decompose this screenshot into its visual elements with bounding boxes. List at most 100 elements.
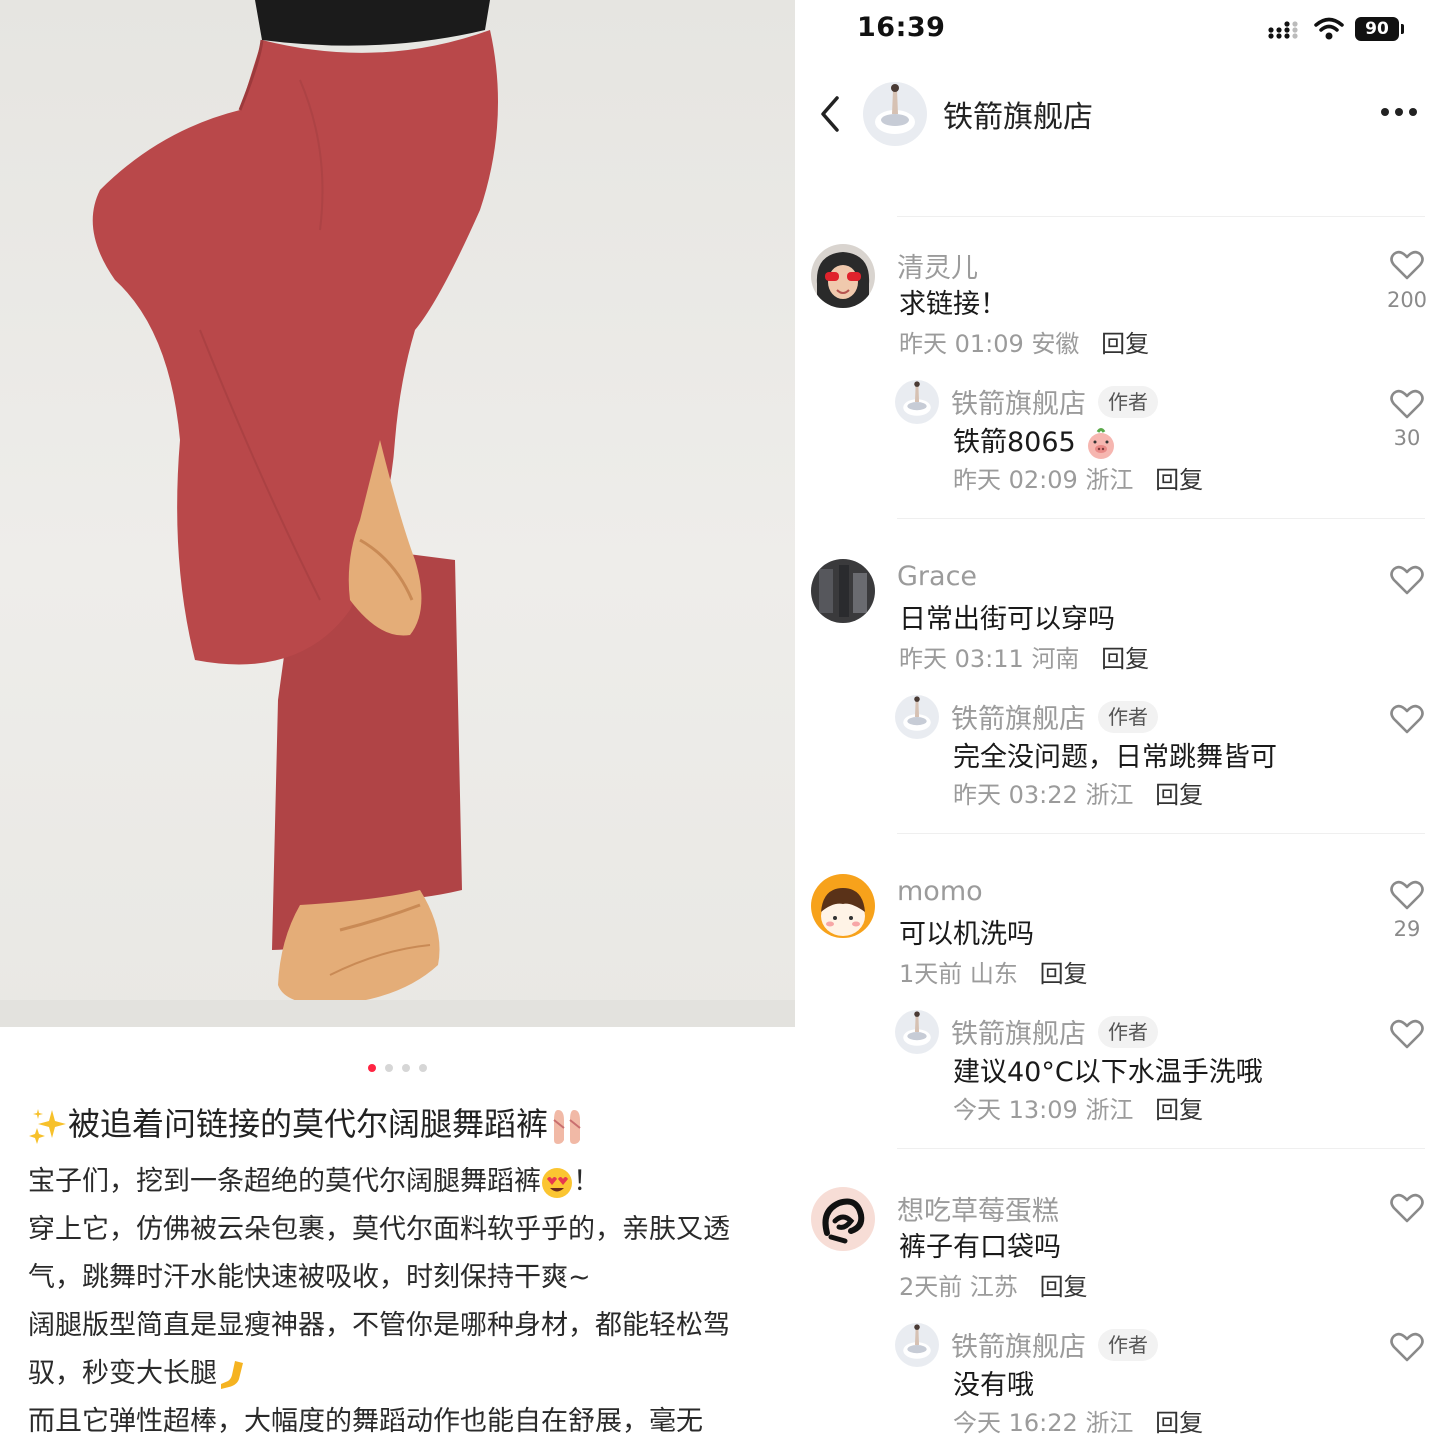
product-photo[interactable] [0, 0, 795, 1027]
author-badge: 作者 [1098, 386, 1158, 418]
reply-text: 铁箭8065 [953, 420, 1118, 461]
comment-meta: 昨天 01:09 安徽 回复 [899, 324, 1149, 359]
shop-name[interactable]: 铁箭旗舰店 [943, 92, 1093, 136]
reply-username[interactable]: 铁箭旗舰店 作者 [951, 697, 1158, 736]
reply-time: 昨天 02:09 [953, 466, 1078, 494]
heart-icon[interactable] [1390, 250, 1424, 280]
like-count: 29 [1393, 917, 1421, 941]
reply-username-text[interactable]: 铁箭旗舰店 [951, 389, 1086, 420]
heart-icon[interactable] [1390, 565, 1424, 595]
avatar[interactable] [895, 1323, 939, 1367]
status-bar: 16:39 90 [795, 0, 1440, 60]
post-text: ！ [573, 1166, 600, 1197]
more-options-icon[interactable] [1379, 102, 1419, 122]
status-time: 16:39 [857, 12, 946, 43]
comment-meta: 昨天 03:11 河南 回复 [899, 639, 1149, 674]
comments-panel: 16:39 90 铁箭旗舰店 清灵儿 求链接！ 昨天 01:09 安徽 回复 2… [795, 0, 1440, 1440]
reply-username[interactable]: 铁箭旗舰店 作者 [951, 382, 1158, 421]
reply-button[interactable]: 回复 [1101, 645, 1149, 673]
avatar[interactable] [811, 244, 875, 308]
shop-avatar[interactable] [863, 82, 927, 146]
post-paragraph: 穿上它，仿佛被云朵包裹，莫代尔面料软乎乎的，亲肤又透气，跳舞时汗水能快速被吸收，… [28, 1214, 730, 1293]
comment-time: 昨天 03:11 [899, 645, 1024, 673]
reply-text: 建议40°C以下水温手洗哦 [953, 1057, 1263, 1088]
post-paragraph: 而且它弹性超棒，大幅度的舞蹈动作也能自在舒展，毫无 [28, 1406, 703, 1437]
top-bar: 铁箭旗舰店 [795, 72, 1440, 156]
comment-username[interactable]: 清灵儿 [897, 246, 978, 285]
divider [897, 1148, 1425, 1149]
carousel-dot[interactable] [385, 1064, 393, 1072]
heart-icon[interactable] [1390, 389, 1424, 419]
battery-level: 90 [1355, 17, 1399, 41]
reply-meta: 今天 13:09 浙江 回复 [953, 1090, 1203, 1125]
heart-eyes-emoji-icon [542, 1167, 572, 1198]
leg-emoji-icon [221, 1360, 243, 1389]
wifi-icon [1314, 17, 1344, 40]
heart-icon[interactable] [1390, 704, 1424, 734]
post-panel: 被追着问链接的莫代尔阔腿舞蹈裤 宝子们，挖到一条超绝的莫代尔阔腿舞蹈裤 ！ 穿上… [0, 0, 795, 1440]
comment-meta: 1天前 山东 回复 [899, 954, 1088, 989]
carousel-dot[interactable] [419, 1064, 427, 1072]
battery-cap [1401, 24, 1404, 34]
reply-time: 今天 16:22 [953, 1409, 1078, 1437]
comment-username[interactable]: 想吃草莓蛋糕 [897, 1189, 1059, 1228]
comment-region: 山东 [969, 960, 1018, 988]
reply-text-content: 铁箭8065 [953, 427, 1076, 458]
comment-username[interactable]: Grace [897, 561, 977, 592]
avatar[interactable] [895, 695, 939, 739]
reply-time: 今天 13:09 [953, 1096, 1078, 1124]
reply-username-text[interactable]: 铁箭旗舰店 [951, 1019, 1086, 1050]
heart-icon[interactable] [1390, 880, 1424, 910]
reply-button[interactable]: 回复 [1155, 1096, 1203, 1124]
comment-region: 河南 [1031, 645, 1080, 673]
reply-button[interactable]: 回复 [1040, 960, 1088, 988]
sparkles-icon [29, 1109, 66, 1144]
avatar[interactable] [811, 874, 875, 938]
carousel-dot[interactable] [368, 1064, 376, 1072]
reply-username[interactable]: 铁箭旗舰店 作者 [951, 1325, 1158, 1364]
reply-region: 浙江 [1085, 781, 1134, 809]
reply-username-text[interactable]: 铁箭旗舰店 [951, 1332, 1086, 1363]
reply-button[interactable]: 回复 [1155, 466, 1203, 494]
reply-region: 浙江 [1085, 466, 1134, 494]
comment-region: 安徽 [1031, 330, 1080, 358]
comment-time: 2天前 [899, 1273, 963, 1301]
comment-username[interactable]: momo [897, 876, 983, 907]
comment-region: 江苏 [969, 1273, 1018, 1301]
heart-icon[interactable] [1390, 1193, 1424, 1223]
reply-button[interactable]: 回复 [1155, 1409, 1203, 1437]
reply-username-text[interactable]: 铁箭旗舰店 [951, 704, 1086, 735]
post-paragraph: 宝子们，挖到一条超绝的莫代尔阔腿舞蹈裤 ！ [28, 1158, 773, 1206]
back-arrow-icon[interactable] [815, 94, 845, 134]
divider [897, 518, 1425, 519]
heart-icon[interactable] [1390, 1332, 1424, 1362]
reply-meta: 昨天 03:22 浙江 回复 [953, 775, 1203, 810]
avatar[interactable] [811, 1187, 875, 1251]
avatar[interactable] [895, 380, 939, 424]
reply-button[interactable]: 回复 [1040, 1273, 1088, 1301]
comment-text: 裤子有口袋吗 [899, 1232, 1061, 1263]
reply-region: 浙江 [1085, 1096, 1134, 1124]
divider [897, 216, 1425, 217]
reply-button[interactable]: 回复 [1101, 330, 1149, 358]
ballet-shoes-icon [553, 1110, 581, 1144]
like-count: 30 [1393, 426, 1421, 450]
divider [897, 833, 1425, 834]
reply-button[interactable]: 回复 [1155, 781, 1203, 809]
comment-meta: 2天前 江苏 回复 [899, 1267, 1088, 1302]
comment-text: 日常出街可以穿吗 [899, 604, 1115, 635]
reply-username[interactable]: 铁箭旗舰店 作者 [951, 1012, 1158, 1051]
reply-text: 完全没问题，日常跳舞皆可 [953, 742, 1277, 773]
heart-icon[interactable] [1390, 1019, 1424, 1049]
post-body: 宝子们，挖到一条超绝的莫代尔阔腿舞蹈裤 ！ 穿上它，仿佛被云朵包裹，莫代尔面料软… [28, 1158, 773, 1440]
post-paragraph: 阔腿版型简直是显瘦神器，不管你是哪种身材，都能轻松驾驭，秒变大长腿 [28, 1302, 773, 1398]
post-text: 宝子们，挖到一条超绝的莫代尔阔腿舞蹈裤 [28, 1166, 541, 1197]
avatar[interactable] [895, 1010, 939, 1054]
reply-time: 昨天 03:22 [953, 781, 1078, 809]
avatar[interactable] [811, 559, 875, 623]
reply-meta: 昨天 02:09 浙江 回复 [953, 460, 1203, 495]
dancer-illustration [0, 0, 795, 1027]
carousel-dot[interactable] [402, 1064, 410, 1072]
post-text: 阔腿版型简直是显瘦神器，不管你是哪种身材，都能轻松驾驭，秒变大长腿 [28, 1310, 730, 1389]
reply-region: 浙江 [1085, 1409, 1134, 1437]
